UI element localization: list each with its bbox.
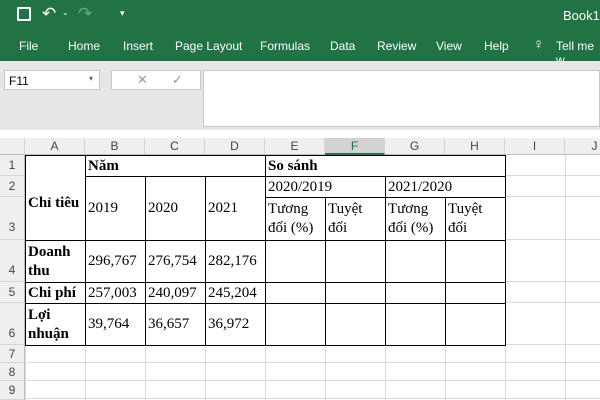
gridline bbox=[25, 398, 600, 399]
cell-e1-so-sanh[interactable]: So sánh bbox=[265, 155, 506, 177]
cell-b5[interactable]: 257,003 bbox=[85, 282, 146, 304]
row-header-6[interactable]: 6 bbox=[0, 303, 25, 345]
row-header-1[interactable]: 1 bbox=[0, 155, 25, 176]
cell-a6-label[interactable]: Lợi nhuận bbox=[25, 303, 86, 346]
undo-dropdown-icon[interactable]: ⌄ bbox=[62, 8, 69, 17]
cell-f6[interactable] bbox=[325, 303, 386, 346]
tab-file[interactable]: File bbox=[19, 39, 38, 53]
cell-h6[interactable] bbox=[445, 303, 506, 346]
formula-input[interactable] bbox=[203, 70, 600, 127]
column-header-f[interactable]: F bbox=[325, 138, 385, 155]
cell-c2-2020[interactable]: 2020 bbox=[145, 176, 206, 241]
column-header-j[interactable]: J bbox=[565, 138, 600, 155]
enter-icon[interactable]: ✓ bbox=[172, 72, 183, 88]
cell-c4[interactable]: 276,754 bbox=[145, 240, 206, 283]
formula-buttons: ✕ ✓ fx bbox=[111, 70, 213, 90]
ribbon-tabs: File Home Insert Page Layout Formulas Da… bbox=[0, 33, 600, 67]
row-header-3[interactable]: 3 bbox=[0, 197, 25, 240]
column-header-b[interactable]: B bbox=[85, 138, 145, 155]
row-header-4[interactable]: 4 bbox=[0, 240, 25, 282]
redo-icon: ↷ bbox=[78, 4, 93, 23]
cell-e6[interactable] bbox=[265, 303, 326, 346]
tab-home[interactable]: Home bbox=[68, 39, 100, 53]
cell-e4[interactable] bbox=[265, 240, 326, 283]
gridline bbox=[25, 380, 600, 381]
row-header-8[interactable]: 8 bbox=[0, 363, 25, 381]
cell-d4[interactable]: 282,176 bbox=[205, 240, 266, 283]
select-all-corner[interactable] bbox=[0, 138, 25, 155]
tab-formulas[interactable]: Formulas bbox=[260, 39, 310, 53]
row-header-2[interactable]: 2 bbox=[0, 176, 25, 197]
tab-page-layout[interactable]: Page Layout bbox=[175, 39, 242, 53]
cell-g5[interactable] bbox=[385, 282, 446, 304]
tab-data[interactable]: Data bbox=[330, 39, 355, 53]
tab-help[interactable]: Help bbox=[484, 39, 509, 53]
name-box[interactable]: F11 ▾ bbox=[4, 70, 100, 90]
cell-f4[interactable] bbox=[325, 240, 386, 283]
lightbulb-icon: ♀ bbox=[533, 36, 545, 53]
column-header-i[interactable]: I bbox=[505, 138, 565, 155]
cell-b4[interactable]: 296,767 bbox=[85, 240, 146, 283]
cell-f3-tuyet-doi[interactable]: Tuyệt đối bbox=[325, 197, 386, 241]
cell-g2-period[interactable]: 2021/2020 bbox=[385, 176, 506, 198]
row-header-9[interactable]: 9 bbox=[0, 381, 25, 400]
cell-h3-tuyet-doi[interactable]: Tuyệt đối bbox=[445, 197, 506, 241]
column-header-a[interactable]: A bbox=[25, 138, 85, 155]
chevron-down-icon[interactable]: ▾ bbox=[89, 74, 93, 83]
column-header-h[interactable]: H bbox=[445, 138, 505, 155]
workbook-title: Book1 bbox=[563, 8, 600, 23]
cell-e2-period[interactable]: 2020/2019 bbox=[265, 176, 386, 198]
cell-a5-label[interactable]: Chi phí bbox=[25, 282, 86, 304]
cell-d2-2021[interactable]: 2021 bbox=[205, 176, 266, 241]
cell-b2-2019[interactable]: 2019 bbox=[85, 176, 146, 241]
cell-e5[interactable] bbox=[265, 282, 326, 304]
row-header-7[interactable]: 7 bbox=[0, 345, 25, 363]
tab-view[interactable]: View bbox=[436, 39, 462, 53]
cell-b1-nam[interactable]: Năm bbox=[85, 155, 266, 177]
column-header-g[interactable]: G bbox=[385, 138, 445, 155]
column-header-c[interactable]: C bbox=[145, 138, 205, 155]
tab-review[interactable]: Review bbox=[377, 39, 416, 53]
cell-d5[interactable]: 245,204 bbox=[205, 282, 266, 304]
column-header-e[interactable]: E bbox=[265, 138, 325, 155]
customize-toolbar-icon[interactable]: ▾ bbox=[120, 8, 125, 19]
gridline bbox=[25, 362, 600, 363]
cancel-icon[interactable]: ✕ bbox=[137, 72, 148, 88]
row-header-5[interactable]: 5 bbox=[0, 282, 25, 303]
cell-g3-tuong-doi[interactable]: Tương đối (%) bbox=[385, 197, 446, 241]
cell-a1-chi-tieu[interactable]: Chỉ tiêu bbox=[25, 155, 86, 241]
cell-f5[interactable] bbox=[325, 282, 386, 304]
cell-g4[interactable] bbox=[385, 240, 446, 283]
cell-c6[interactable]: 36,657 bbox=[145, 303, 206, 346]
cell-d6[interactable]: 36,972 bbox=[205, 303, 266, 346]
cell-c5[interactable]: 240,097 bbox=[145, 282, 206, 304]
save-icon[interactable] bbox=[17, 7, 31, 21]
title-bar: ↶ ⌄ ↷ ▾ Book1 bbox=[0, 0, 600, 33]
column-header-d[interactable]: D bbox=[205, 138, 265, 155]
cell-h5[interactable] bbox=[445, 282, 506, 304]
cell-b6[interactable]: 39,764 bbox=[85, 303, 146, 346]
name-box-value: F11 bbox=[9, 74, 29, 88]
cell-h4[interactable] bbox=[445, 240, 506, 283]
cell-e3-tuong-doi[interactable]: Tương đối (%) bbox=[265, 197, 326, 241]
undo-icon[interactable]: ↶ bbox=[42, 4, 56, 24]
tab-insert[interactable]: Insert bbox=[123, 39, 153, 53]
cell-g6[interactable] bbox=[385, 303, 446, 346]
cell-a4-label[interactable]: Doanh thu bbox=[25, 240, 86, 283]
